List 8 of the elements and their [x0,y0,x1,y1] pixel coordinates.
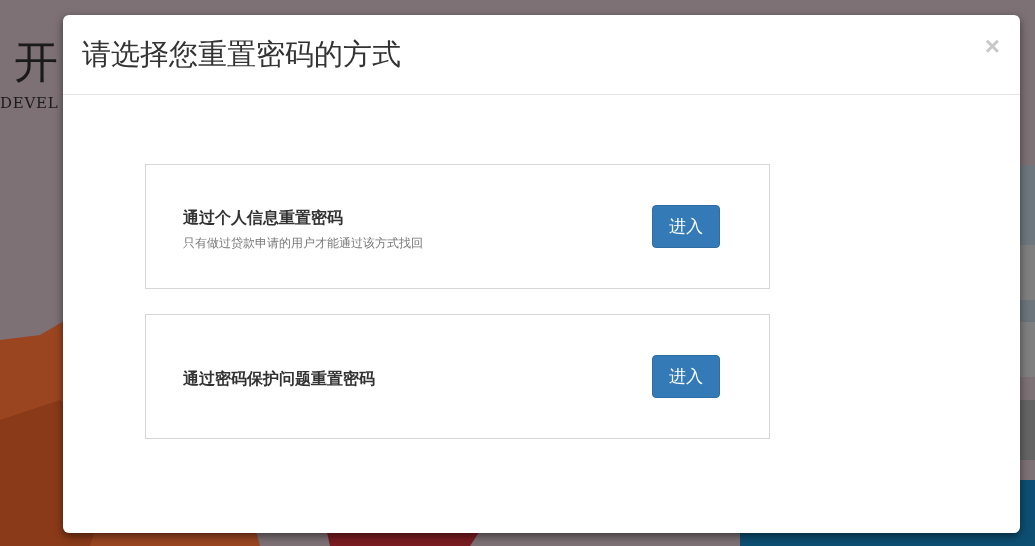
option-title: 通过密码保护问题重置密码 [183,369,375,389]
dialog-title: 请选择您重置密码的方式 [82,36,401,72]
enter-button[interactable]: 进入 [652,205,720,248]
option-title: 通过个人信息重置密码 [183,208,344,228]
logo-text: 开 [14,40,58,84]
option-description: 只有做过贷款申请的用户才能通过该方式找回 [183,235,423,252]
logo-subtitle: DEVEL [0,96,59,111]
enter-button[interactable]: 进入 [652,355,720,398]
